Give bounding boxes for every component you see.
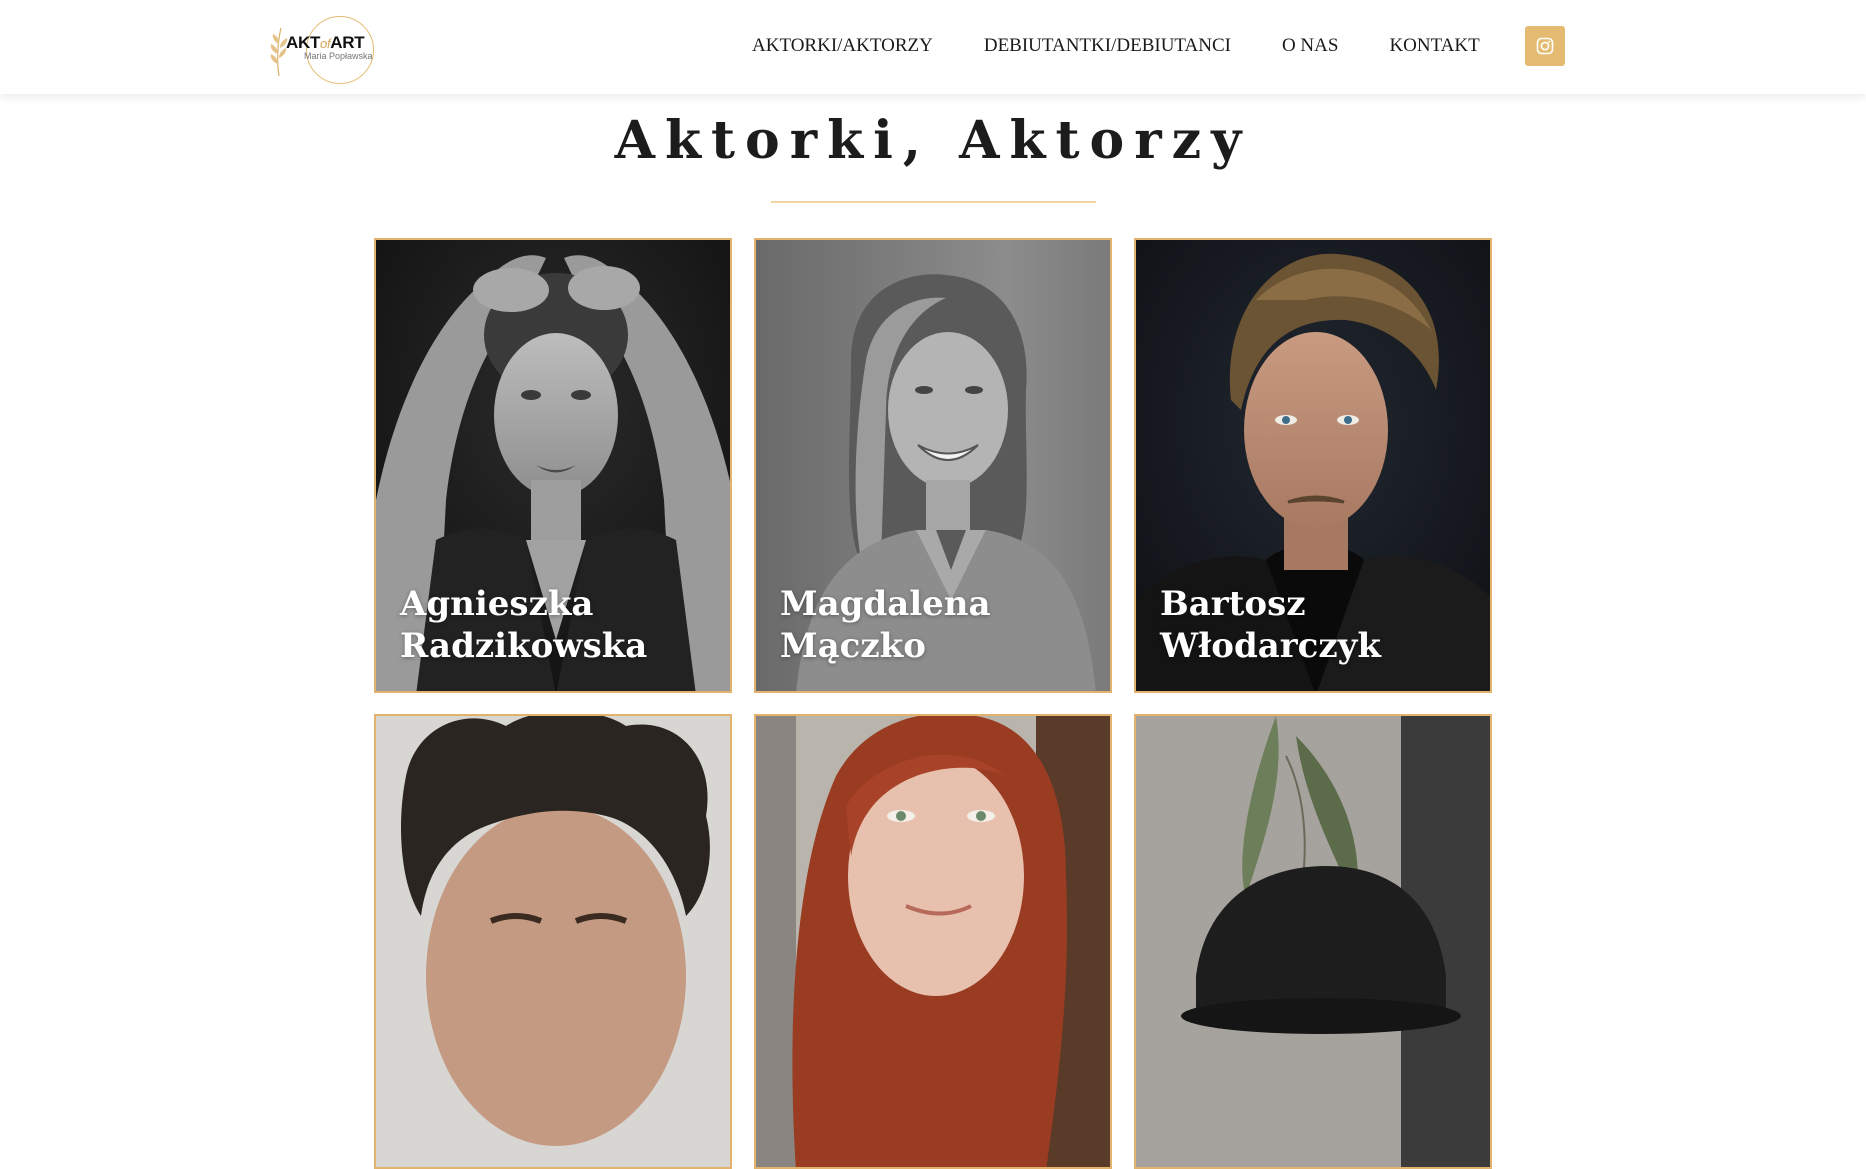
nav-aktorki-aktorzy[interactable]: AKTORKI/AKTORZY: [752, 35, 933, 57]
actor-photo: [376, 716, 730, 1167]
logo[interactable]: AKTofART Maria Popławska: [268, 16, 380, 84]
actor-name: Agnieszka Radzikowska: [400, 584, 648, 666]
actor-card[interactable]: Agnieszka Radzikowska: [374, 238, 732, 693]
actor-card[interactable]: [374, 714, 732, 1169]
page-title: Aktorki, Aktorzy: [614, 110, 1252, 171]
nav-o-nas[interactable]: O NAS: [1282, 35, 1338, 57]
site-header: AKTofART Maria Popławska AKTORKI/AKTORZY…: [0, 0, 1866, 94]
actor-card[interactable]: [754, 714, 1112, 1169]
nav-kontakt[interactable]: KONTAKT: [1389, 35, 1479, 57]
logo-word-art: ART: [330, 33, 365, 52]
logo-word-akt: AKT: [286, 33, 321, 52]
actor-card[interactable]: Magdalena Mączko: [754, 238, 1112, 693]
actor-name: Bartosz Włodarczyk: [1160, 584, 1381, 666]
actor-photo: [756, 716, 1110, 1167]
instagram-icon: [1536, 37, 1554, 55]
main-nav: AKTORKI/AKTORZY DEBIUTANTKI/DEBIUTANCI O…: [752, 35, 1480, 57]
actor-card[interactable]: [1134, 714, 1492, 1169]
actor-card[interactable]: Bartosz Włodarczyk: [1134, 238, 1492, 693]
actor-name: Magdalena Mączko: [780, 584, 991, 666]
actor-photo: [1136, 716, 1490, 1167]
logo-wordmark: AKTofART: [286, 33, 365, 53]
nav-debiutantki-debiutanci[interactable]: DEBIUTANTKI/DEBIUTANCI: [984, 35, 1231, 57]
logo-subtitle: Maria Popławska: [304, 51, 373, 61]
logo-word-of: of: [320, 36, 331, 51]
title-divider: [771, 201, 1096, 203]
instagram-button[interactable]: [1525, 26, 1565, 66]
